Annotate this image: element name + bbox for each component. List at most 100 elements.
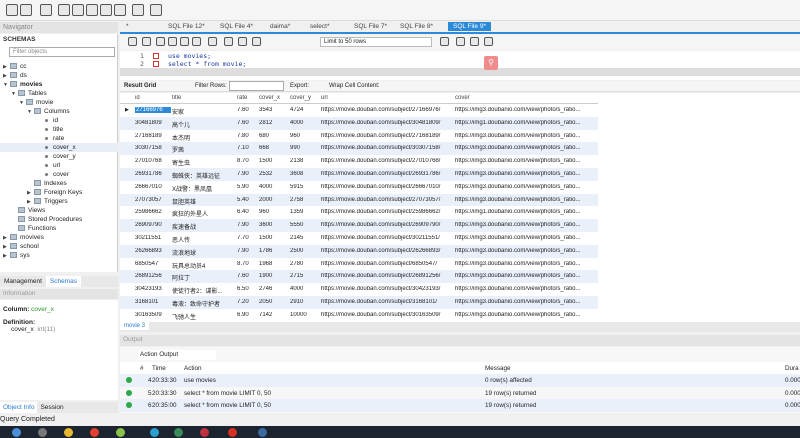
- taskbar-app-icon[interactable]: [90, 428, 99, 437]
- table-row[interactable]: 26667010 X战警：黑凤凰 5.90 4000 5915 https://movie…: [120, 181, 598, 194]
- table-row[interactable]: 6850547 玩具总动员4 8.70 1968 2780 https://movie.d…: [120, 258, 598, 271]
- cell-cover_x[interactable]: 4000: [259, 184, 289, 190]
- taskbar-app-icon[interactable]: [228, 428, 237, 437]
- toolbar-icon[interactable]: [40, 4, 52, 16]
- limit-rows-select[interactable]: Limit to 50 rows: [320, 37, 432, 47]
- cell-cover_y[interactable]: 4000: [290, 120, 320, 126]
- taskbar-app-icon[interactable]: [38, 428, 47, 437]
- cell-cover_x[interactable]: 1786: [259, 248, 289, 254]
- tab-sql-file[interactable]: SQL File 4*: [220, 23, 253, 30]
- cell-title[interactable]: 流浪地球: [172, 248, 236, 257]
- cell-title[interactable]: 飞驰人生: [172, 312, 236, 321]
- table-row[interactable]: 27168189 本杰明 7.80 680 960 https://movie.douba…: [120, 130, 598, 143]
- tab-movie-3[interactable]: movie 3: [120, 322, 150, 330]
- output-column-0[interactable]: #: [140, 365, 144, 372]
- cell-id[interactable]: 3168101: [135, 299, 171, 305]
- tree-item-columns[interactable]: ▼ Columns: [0, 107, 118, 116]
- cell-cover_y[interactable]: 2145: [290, 235, 320, 241]
- editor-toolbar-icon[interactable]: [142, 37, 151, 46]
- toolbar-icon[interactable]: [132, 4, 144, 16]
- editor-toolbar-icon[interactable]: [456, 37, 465, 46]
- cell-cover_x[interactable]: 1500: [259, 158, 289, 164]
- cell-id[interactable]: 30163509: [135, 312, 171, 318]
- table-row[interactable]: 26909790 疾速备战 7.90 3600 5550 https://movie.do…: [120, 219, 598, 232]
- cell-rate[interactable]: 7.90: [237, 248, 257, 254]
- cell-rate[interactable]: 7.60: [237, 120, 257, 126]
- tree-item-cover[interactable]: cover: [0, 170, 118, 179]
- toolbar-icon[interactable]: [114, 4, 126, 16]
- cell-id[interactable]: 27166976: [135, 107, 171, 113]
- taskbar-app-icon[interactable]: [150, 428, 159, 437]
- table-row[interactable]: ▶ 27166976 安家 7.60 3543 4724 https://movie.dou…: [120, 104, 598, 117]
- toolbar-icon[interactable]: [58, 4, 70, 16]
- tab-sql-file[interactable]: SQL File 7*: [354, 23, 387, 30]
- cell-rate[interactable]: 8.70: [237, 158, 257, 164]
- cell-id[interactable]: 30481809: [135, 120, 171, 126]
- tree-item-rate[interactable]: rate: [0, 134, 118, 143]
- cell-title[interactable]: X战警：黑凤凰: [172, 184, 236, 193]
- tree-item-movie[interactable]: ▼ movie: [0, 98, 118, 107]
- editor-horizontal-scrollbar[interactable]: [120, 68, 800, 76]
- cell-title[interactable]: 本杰明: [172, 133, 236, 142]
- editor-toolbar-icon[interactable]: [180, 37, 189, 46]
- taskbar-app-icon[interactable]: [258, 428, 267, 437]
- cell-url[interactable]: https://movie.douban.com/subject/2689125…: [321, 273, 453, 279]
- output-column-4[interactable]: Dura: [785, 365, 799, 372]
- table-row[interactable]: 30163509 飞驰人生 6.90 7142 10000 https://movie.d…: [120, 309, 598, 322]
- cell-title[interactable]: 阿拉丁: [172, 273, 236, 282]
- cell-cover_y[interactable]: 2780: [290, 261, 320, 267]
- cell-cover[interactable]: https://img3.doubanio.com/view/photo/s_r…: [455, 184, 598, 190]
- cell-url[interactable]: https://movie.douban.com/subject/2707305…: [321, 197, 453, 203]
- cell-cover[interactable]: https://img3.doubanio.com/view/photo/s_r…: [455, 171, 598, 177]
- cell-id[interactable]: 25986662: [135, 209, 171, 215]
- cell-cover_x[interactable]: 1968: [259, 261, 289, 267]
- cell-cover[interactable]: https://img3.doubanio.com/view/photo/s_r…: [455, 222, 598, 228]
- cell-cover_y[interactable]: 4000: [290, 286, 320, 292]
- output-column-3[interactable]: Message: [485, 365, 511, 372]
- cell-cover[interactable]: https://img3.doubanio.com/view/photo/s_r…: [455, 273, 598, 279]
- cell-url[interactable]: https://movie.douban.com/subject/2666701…: [321, 184, 453, 190]
- cell-cover[interactable]: https://img3.doubanio.com/view/photo/s_r…: [455, 312, 598, 318]
- tab-schemas[interactable]: Schemas: [45, 276, 82, 287]
- tree-item-cover_x[interactable]: cover_x: [0, 143, 118, 152]
- tree-item-ds[interactable]: ▶ ds: [0, 71, 118, 80]
- cell-cover_y[interactable]: 10000: [290, 312, 320, 318]
- cell-cover_y[interactable]: 1359: [290, 209, 320, 215]
- cell-rate[interactable]: 7.10: [237, 145, 257, 151]
- taskbar-app-icon[interactable]: [174, 428, 183, 437]
- cell-url[interactable]: https://movie.douban.com/subject/2626689…: [321, 248, 453, 254]
- cell-cover_x[interactable]: 668: [259, 145, 289, 151]
- cell-id[interactable]: 26266893: [135, 248, 171, 254]
- table-row[interactable]: 25986662 疯狂的外星人 6.40 960 1359 https://movie.d…: [120, 206, 598, 219]
- tab-object-info[interactable]: Object Info: [0, 402, 38, 413]
- cell-title[interactable]: 高个儿: [172, 120, 236, 129]
- cell-url[interactable]: https://movie.douban.com/subject/2701076…: [321, 158, 453, 164]
- cell-title[interactable]: 蜘蛛侠：英雄远征: [172, 171, 236, 180]
- tree-item-id[interactable]: id: [0, 116, 118, 125]
- action-output-select[interactable]: Action Output: [138, 350, 216, 360]
- cell-cover_y[interactable]: 960: [290, 133, 320, 139]
- cell-id[interactable]: 26891256: [135, 273, 171, 279]
- editor-toolbar-icon[interactable]: [440, 37, 449, 46]
- cell-cover[interactable]: https://img3.doubanio.com/view/photo/s_r…: [455, 299, 598, 305]
- cell-cover[interactable]: https://img3.doubanio.com/view/photo/s_r…: [455, 107, 598, 113]
- cell-id[interactable]: 30211551: [135, 235, 171, 241]
- cell-rate[interactable]: 5.40: [237, 197, 257, 203]
- tab-overflow[interactable]: *: [126, 23, 129, 30]
- cell-id[interactable]: 6850547: [135, 261, 171, 267]
- cell-cover_x[interactable]: 2812: [259, 120, 289, 126]
- cell-rate[interactable]: 6.50: [237, 286, 257, 292]
- cell-rate[interactable]: 6.40: [237, 209, 257, 215]
- wrap-cell-label[interactable]: Wrap Cell Content:: [329, 83, 380, 89]
- cell-id[interactable]: 26667010: [135, 184, 171, 190]
- tree-item-sys[interactable]: ▶ sys: [0, 251, 118, 260]
- cell-rate[interactable]: 7.90: [237, 222, 257, 228]
- tree-item-cc[interactable]: ▶ cc: [0, 62, 118, 71]
- column-header-cover_y[interactable]: cover_y: [290, 95, 320, 101]
- tab-sql-file[interactable]: daima*: [270, 23, 290, 30]
- column-header-cover[interactable]: cover: [455, 95, 598, 101]
- output-row[interactable]: 5 20:33:30 select * from movie LIMIT 0, 50…: [120, 387, 800, 400]
- tree-item-movives[interactable]: ▶ movives: [0, 233, 118, 242]
- cell-title[interactable]: 疾速备战: [172, 222, 236, 231]
- cell-cover[interactable]: https://img3.doubanio.com/view/photo/s_r…: [455, 133, 598, 139]
